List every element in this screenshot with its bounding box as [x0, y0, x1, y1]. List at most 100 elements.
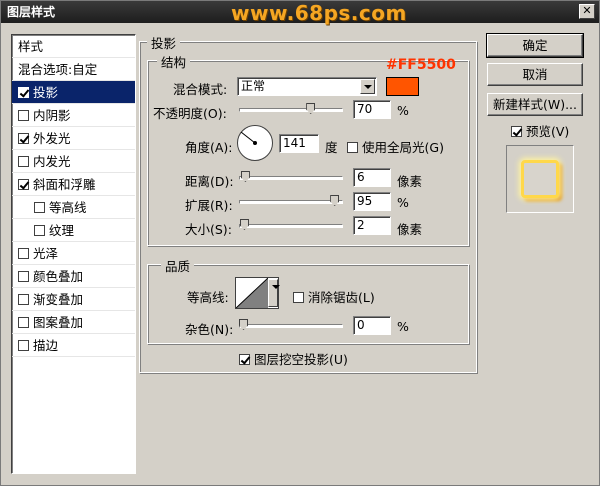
style-list-item-label: 外发光 — [33, 131, 71, 146]
checkbox-icon[interactable] — [18, 271, 29, 282]
window-title: 图层样式 — [7, 5, 56, 19]
new-style-button[interactable]: 新建样式(W)... — [487, 93, 583, 116]
checkbox-icon — [293, 292, 304, 303]
style-list-item[interactable]: 内阴影 — [12, 104, 135, 127]
style-list-item-label: 渐变叠加 — [33, 292, 84, 307]
style-list-item-label: 混合选项:自定 — [18, 62, 98, 77]
distance-input[interactable]: 6 — [353, 168, 391, 187]
layer-style-dialog: 图层样式 www.68ps.com ✕ 样式 混合选项:自定 投影 内阴影 外发光 内发… — [0, 0, 600, 486]
style-list-item[interactable]: 纹理 — [12, 219, 135, 242]
distance-unit: 像素 — [397, 174, 423, 189]
drop-shadow-title: 投影 — [147, 33, 181, 52]
angle-dial[interactable] — [237, 125, 273, 161]
checkbox-icon[interactable] — [18, 248, 29, 259]
style-list-item-label: 投影 — [33, 85, 59, 100]
checkbox-icon[interactable] — [18, 317, 29, 328]
checkbox-icon — [347, 142, 358, 153]
checkbox-icon[interactable] — [18, 110, 29, 121]
style-list-item-label: 斜面和浮雕 — [33, 177, 96, 192]
checkbox-icon[interactable] — [18, 179, 29, 190]
global-light-label: 使用全局光(G) — [362, 140, 444, 155]
checkbox-icon — [239, 354, 250, 365]
angle-label: 角度(A): — [185, 140, 233, 155]
noise-unit: % — [397, 319, 409, 334]
spread-unit: % — [397, 195, 409, 210]
shadow-color-swatch[interactable] — [386, 77, 419, 96]
anti-alias-checkbox[interactable]: 消除锯齿(L) — [293, 287, 375, 306]
style-list-item[interactable]: 内发光 — [12, 150, 135, 173]
opacity-unit: % — [397, 103, 409, 118]
preview-label: 预览(V) — [526, 124, 570, 139]
spread-input[interactable]: 95 — [353, 192, 391, 211]
contour-linear-icon — [236, 278, 268, 308]
noise-input[interactable]: 0 — [353, 316, 391, 335]
chevron-down-icon — [268, 279, 280, 307]
checkbox-icon[interactable] — [18, 294, 29, 305]
spread-label: 扩展(R): — [185, 198, 233, 213]
knockout-checkbox[interactable]: 图层挖空投影(U) — [239, 349, 348, 368]
style-list-item-label: 描边 — [33, 338, 59, 353]
preview-thumbnail — [521, 160, 559, 198]
checkbox-icon[interactable] — [18, 156, 29, 167]
style-list-item-label: 纹理 — [49, 223, 75, 238]
style-list-item-label: 图案叠加 — [33, 315, 84, 330]
style-list-item[interactable]: 渐变叠加 — [12, 288, 135, 311]
close-icon: ✕ — [582, 4, 592, 17]
style-list-item-label: 等高线 — [49, 200, 87, 215]
styles-list: 样式 混合选项:自定投影内阴影外发光内发光斜面和浮雕等高线纹理光泽颜色叠加渐变叠… — [11, 34, 136, 474]
knockout-label: 图层挖空投影(U) — [254, 352, 348, 367]
title-bar: 图层样式 www.68ps.com ✕ — [1, 1, 599, 25]
style-list-item-label: 颜色叠加 — [33, 269, 84, 284]
opacity-label: 不透明度(O): — [153, 106, 227, 121]
checkbox-icon[interactable] — [34, 202, 45, 213]
noise-label: 杂色(N): — [185, 322, 234, 337]
style-list-item[interactable]: 投影 — [12, 81, 135, 104]
style-list-item[interactable]: 图案叠加 — [12, 311, 135, 334]
styles-list-header[interactable]: 样式 — [12, 35, 135, 58]
contour-picker[interactable] — [235, 277, 280, 309]
angle-needle-icon — [240, 131, 257, 145]
noise-slider[interactable] — [239, 324, 343, 328]
checkbox-icon[interactable] — [18, 87, 29, 98]
blend-mode-label: 混合模式: — [173, 82, 228, 97]
watermark: www.68ps.com — [231, 1, 407, 25]
style-list-item[interactable]: 颜色叠加 — [12, 265, 135, 288]
blend-mode-select[interactable]: 正常 — [237, 77, 377, 96]
preview-checkbox[interactable]: 预览(V) — [511, 121, 569, 140]
style-list-item[interactable]: 描边 — [12, 334, 135, 357]
style-preview — [506, 145, 574, 213]
close-button[interactable]: ✕ — [579, 4, 595, 19]
distance-slider[interactable] — [239, 176, 343, 180]
size-input[interactable]: 2 — [353, 216, 391, 235]
distance-label: 距离(D): — [185, 174, 234, 189]
style-list-item[interactable]: 外发光 — [12, 127, 135, 150]
angle-input[interactable]: 141 — [279, 134, 319, 153]
style-list-item[interactable]: 斜面和浮雕 — [12, 173, 135, 196]
size-slider[interactable] — [239, 224, 343, 228]
color-hex-annotation: #FF5500 — [386, 57, 456, 73]
checkbox-icon — [511, 126, 522, 137]
style-list-item-label: 光泽 — [33, 246, 59, 261]
checkbox-icon[interactable] — [18, 133, 29, 144]
blend-mode-value: 正常 — [241, 79, 266, 93]
checkbox-icon[interactable] — [34, 225, 45, 236]
anti-alias-label: 消除锯齿(L) — [308, 290, 375, 305]
quality-title: 品质 — [161, 256, 195, 275]
structure-title: 结构 — [157, 52, 191, 71]
opacity-slider[interactable] — [239, 108, 343, 112]
size-unit: 像素 — [397, 222, 423, 237]
style-list-item-label: 内发光 — [33, 154, 71, 169]
style-list-item[interactable]: 混合选项:自定 — [12, 58, 135, 81]
ok-button[interactable]: 确定 — [486, 33, 584, 58]
global-light-checkbox[interactable]: 使用全局光(G) — [347, 137, 444, 156]
angle-unit: 度 — [325, 140, 338, 155]
style-list-item[interactable]: 等高线 — [12, 196, 135, 219]
spread-slider[interactable] — [239, 200, 343, 204]
style-list-item[interactable]: 光泽 — [12, 242, 135, 265]
checkbox-icon[interactable] — [18, 340, 29, 351]
cancel-button[interactable]: 取消 — [487, 63, 583, 86]
style-list-item-label: 内阴影 — [33, 108, 71, 123]
chevron-down-icon — [360, 79, 375, 94]
opacity-input[interactable]: 70 — [353, 100, 391, 119]
contour-label: 等高线: — [187, 290, 229, 305]
